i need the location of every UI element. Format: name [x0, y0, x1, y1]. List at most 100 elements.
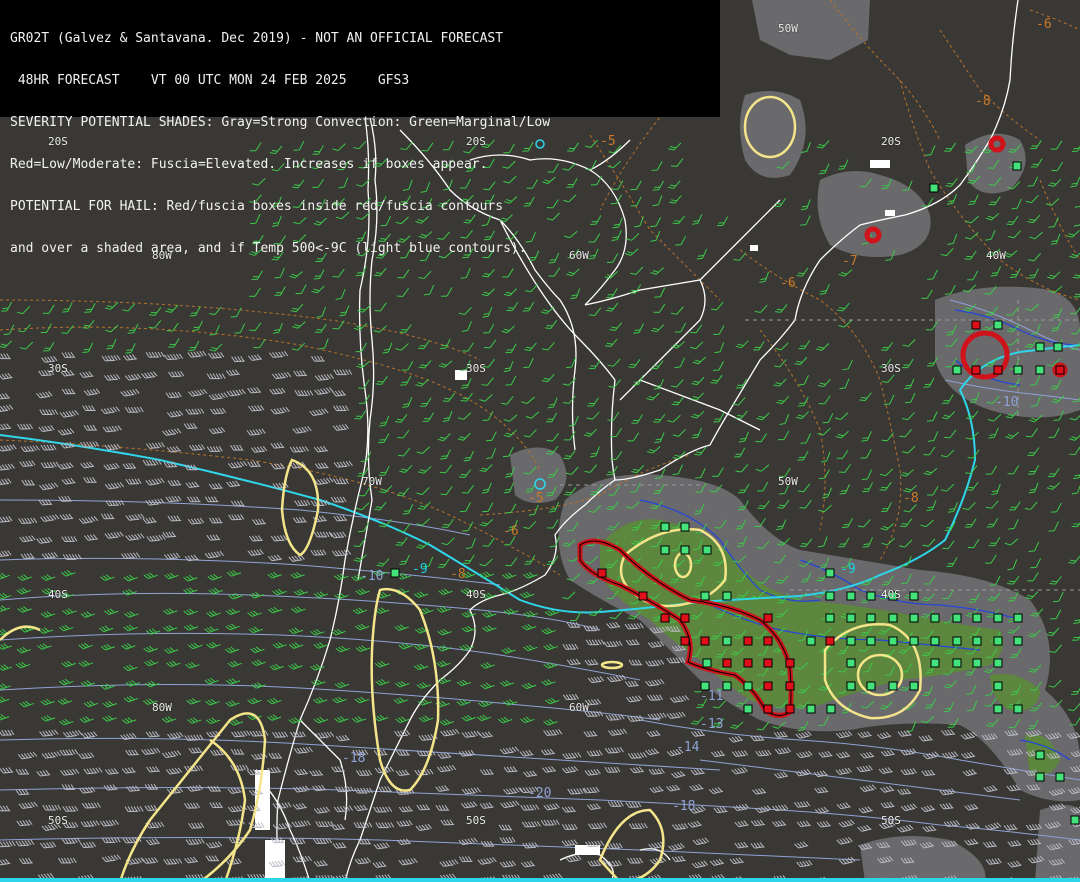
marginal-box	[866, 613, 876, 623]
marginal-box	[909, 636, 919, 646]
marginal-box	[909, 681, 919, 691]
marginal-box	[846, 681, 856, 691]
grid-label-40s-east: 40S	[881, 588, 901, 601]
marginal-box	[700, 591, 710, 601]
grid-label-50w-top: 50W	[778, 22, 798, 35]
marginal-box	[993, 704, 1003, 714]
hail-box	[597, 568, 607, 578]
hail-box	[785, 704, 795, 714]
marginal-box	[972, 613, 982, 623]
hail-box	[763, 613, 773, 623]
temp-label: -9	[412, 562, 428, 577]
temp-label: -8	[975, 94, 991, 109]
temp-label: -6	[1036, 17, 1052, 32]
hail-box	[993, 365, 1003, 375]
header-line-severity: SEVERITY POTENTIAL SHADES: Gray=Strong C…	[10, 116, 551, 130]
marginal-box	[993, 613, 1003, 623]
marginal-box	[743, 704, 753, 714]
hail-box	[660, 613, 670, 623]
marginal-box	[846, 658, 856, 668]
marginal-box	[1013, 704, 1023, 714]
marginal-box	[866, 591, 876, 601]
marginal-box	[722, 636, 732, 646]
marginal-box	[952, 613, 962, 623]
grid-label-30s-east: 30S	[881, 362, 901, 375]
marginal-box	[1053, 342, 1063, 352]
marginal-box	[702, 545, 712, 555]
hail-box	[638, 591, 648, 601]
temp-label: -10	[995, 395, 1019, 410]
grid-label-40w-upper: 40W	[986, 249, 1006, 262]
marginal-box	[660, 545, 670, 555]
hail-box	[763, 636, 773, 646]
marginal-box	[1035, 772, 1045, 782]
temp-label: -18	[672, 799, 696, 814]
hail-box	[680, 613, 690, 623]
marginal-box	[722, 591, 732, 601]
grid-label-30s-west: 30S	[48, 362, 68, 375]
hail-box	[763, 681, 773, 691]
marginal-box	[909, 591, 919, 601]
temp-label: -11	[700, 689, 724, 704]
bottom-border	[0, 878, 1080, 882]
marginal-box	[888, 636, 898, 646]
marginal-box	[866, 681, 876, 691]
marginal-box	[909, 613, 919, 623]
marginal-box	[1035, 365, 1045, 375]
marginal-box	[702, 658, 712, 668]
marginal-box	[826, 704, 836, 714]
hail-box	[763, 704, 773, 714]
marginal-box	[806, 704, 816, 714]
marginal-box	[722, 681, 732, 691]
header-line-hail-condition: and over a shaded area, and if Temp 500<…	[10, 242, 527, 256]
marginal-box	[1070, 815, 1080, 825]
temp-label: -14	[676, 740, 700, 755]
temp-label: -6	[503, 524, 519, 539]
temp-label: -8	[903, 491, 919, 506]
marginal-box	[952, 658, 962, 668]
marginal-box	[743, 681, 753, 691]
marginal-box	[825, 568, 835, 578]
marginal-box	[390, 568, 400, 578]
marginal-box	[993, 636, 1003, 646]
marginal-box	[1055, 772, 1065, 782]
marginal-box	[1035, 750, 1045, 760]
grid-label-60w-lower: 60W	[569, 701, 589, 714]
marginal-box	[1013, 613, 1023, 623]
marginal-box	[660, 522, 670, 532]
marginal-box	[806, 636, 816, 646]
grid-label-30s-mid: 30S	[466, 362, 486, 375]
grid-label-70w-mid: 70W	[362, 475, 382, 488]
temp-label: -13	[700, 717, 724, 732]
grid-label-50w-mid: 50W	[778, 475, 798, 488]
hail-box	[700, 636, 710, 646]
grid-label-80w-lower: 80W	[152, 701, 172, 714]
marginal-box	[993, 681, 1003, 691]
marginal-box	[825, 613, 835, 623]
marginal-box	[1012, 161, 1022, 171]
header-line-hail: POTENTIAL FOR HAIL: Red/fuscia boxes ins…	[10, 200, 504, 214]
marginal-box	[1013, 365, 1023, 375]
hail-box	[743, 636, 753, 646]
grid-label-50s-mid: 50S	[466, 814, 486, 827]
hail-box	[785, 658, 795, 668]
marginal-box	[929, 183, 939, 193]
grid-label-40s-west: 40S	[48, 588, 68, 601]
marginal-box	[846, 636, 856, 646]
hail-box	[763, 658, 773, 668]
temp-label: -6	[780, 276, 796, 291]
forecast-header: GR02T (Galvez & Santavana. Dec 2019) - N…	[0, 0, 720, 256]
marginal-box	[888, 681, 898, 691]
hail-box	[825, 636, 835, 646]
marginal-box	[972, 658, 982, 668]
marginal-box	[993, 320, 1003, 330]
marginal-box	[930, 613, 940, 623]
marginal-box	[680, 522, 690, 532]
forecast-map: 20S 20S 20S 50W 80W 60W 40W 30S 30S 30S …	[0, 0, 1080, 882]
marginal-box	[972, 636, 982, 646]
hail-box	[1055, 365, 1065, 375]
temp-label: -20	[528, 786, 552, 801]
temp-label: -10	[360, 569, 384, 584]
marginal-box	[952, 636, 962, 646]
marginal-box	[1013, 636, 1023, 646]
